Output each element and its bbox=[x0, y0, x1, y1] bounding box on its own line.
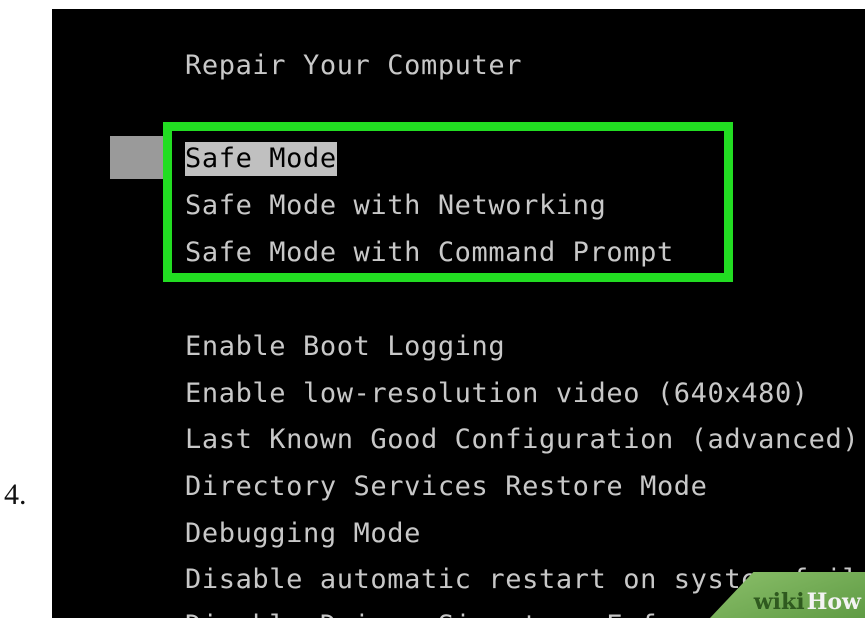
selection-marker bbox=[110, 136, 164, 179]
watermark-how-text: How bbox=[806, 589, 861, 615]
safe-mode-highlight-box bbox=[163, 122, 733, 282]
last-known-good-config-option[interactable]: Last Known Good Configuration (advanced) bbox=[185, 423, 859, 457]
watermark-wiki-text: wiki bbox=[753, 589, 805, 615]
directory-services-restore-option[interactable]: Directory Services Restore Mode bbox=[185, 470, 708, 504]
disable-driver-signature-option[interactable]: Disable Driver Signature Enforcement bbox=[185, 609, 792, 618]
low-resolution-video-option[interactable]: Enable low-resolution video (640x480) bbox=[185, 377, 809, 411]
enable-boot-logging-option[interactable]: Enable Boot Logging bbox=[185, 330, 505, 364]
boot-menu-screen: Repair Your Computer Safe Mode Safe Mode… bbox=[52, 9, 865, 618]
repair-your-computer-option[interactable]: Repair Your Computer bbox=[185, 49, 522, 83]
debugging-mode-option[interactable]: Debugging Mode bbox=[185, 517, 421, 551]
step-number: 4. bbox=[4, 478, 27, 511]
